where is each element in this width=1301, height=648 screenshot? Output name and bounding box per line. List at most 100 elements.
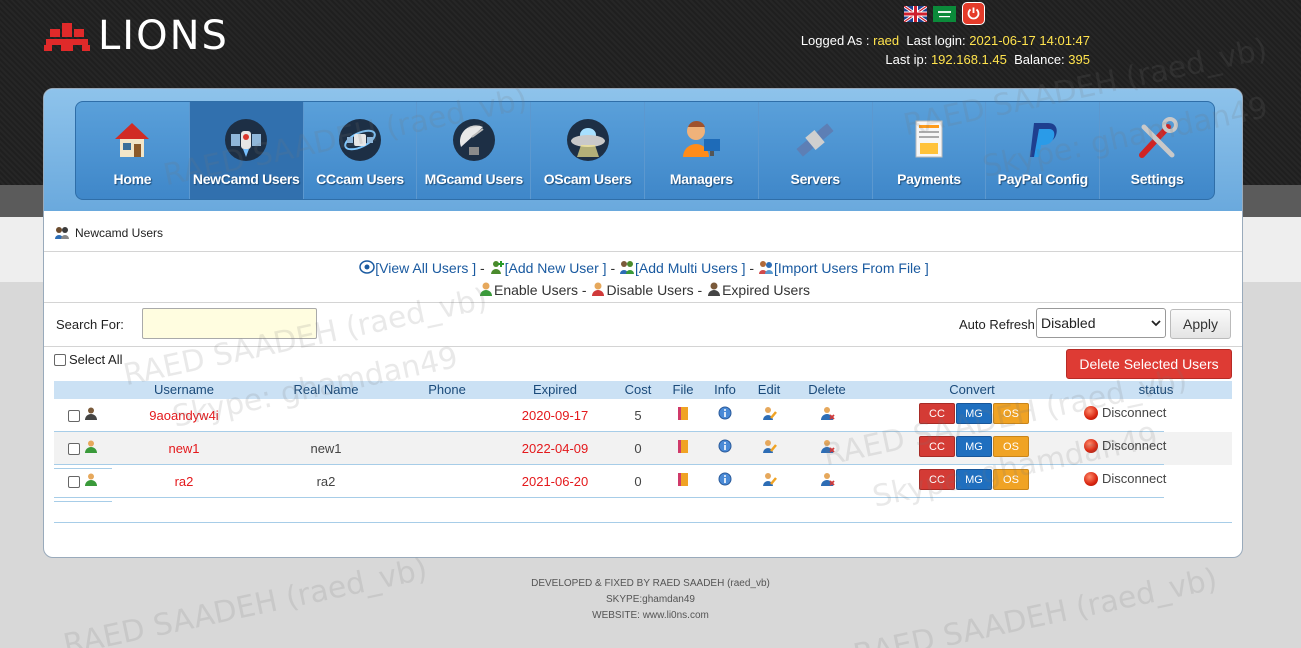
eye-icon <box>359 260 376 274</box>
apply-button[interactable]: Apply <box>1170 309 1231 339</box>
col-username[interactable]: Username <box>154 382 214 397</box>
disconnect-status-icon <box>1084 405 1098 420</box>
status-text[interactable]: Disconnect <box>1102 471 1166 486</box>
main-panel: Home NewCamd Users CCcam Users MGcamd Us… <box>43 88 1243 558</box>
col-cost: Cost <box>624 382 652 397</box>
uk-flag-icon[interactable] <box>904 5 927 22</box>
active-user-icon <box>85 473 97 486</box>
nav-item-home[interactable]: Home <box>76 102 190 199</box>
row-divider <box>54 497 1164 498</box>
balance-label: Balance: <box>1014 52 1065 67</box>
nav-item-cccam-users[interactable]: CCcam Users <box>304 102 418 199</box>
expired-users-link[interactable]: Expired Users <box>722 282 810 298</box>
nav-item-oscam-users[interactable]: OScam Users <box>531 102 645 199</box>
auto-refresh-select[interactable]: Disabled <box>1036 308 1166 338</box>
delete-user-icon[interactable] <box>820 406 835 421</box>
add-new-user-link[interactable]: [Add New User ] <box>505 260 607 276</box>
col-real-name[interactable]: Real Name <box>293 382 358 397</box>
convert-mgcamd-button[interactable]: MG <box>956 403 992 424</box>
nav-item-payments[interactable]: Payments <box>873 102 987 199</box>
nav-label-managers: Managers <box>669 171 733 187</box>
footer-website: WEBSITE: www.li0ns.com <box>592 610 709 621</box>
col-status: status <box>1138 382 1174 397</box>
delete-user-icon[interactable] <box>820 472 835 487</box>
import-users-link[interactable]: [Import Users From File ] <box>774 260 929 276</box>
view-all-users-link[interactable]: [View All Users ] <box>375 260 476 276</box>
col-phone[interactable]: Phone <box>428 382 466 397</box>
disconnect-status-icon <box>1084 471 1098 486</box>
edit-user-icon[interactable] <box>762 472 777 487</box>
saudi-flag-icon[interactable] <box>933 5 956 22</box>
nav-item-servers[interactable]: Servers <box>759 102 873 199</box>
search-input[interactable] <box>142 308 317 339</box>
divider <box>44 346 1242 347</box>
convert-oscam-button[interactable]: OS <box>993 436 1029 457</box>
row-checkbox[interactable] <box>68 410 80 422</box>
convert-mgcamd-button[interactable]: MG <box>956 469 992 490</box>
logged-username: raed <box>873 33 900 48</box>
nav-item-mgcamd-users[interactable]: MGcamd Users <box>417 102 532 199</box>
convert-cccam-button[interactable]: CC <box>919 469 955 490</box>
status-text[interactable]: Disconnect <box>1102 438 1166 453</box>
select-all[interactable]: Select All <box>54 352 122 367</box>
convert-cccam-button[interactable]: CC <box>919 436 955 457</box>
col-info: Info <box>714 382 736 397</box>
row-username[interactable]: ra2 <box>175 474 194 489</box>
table-row: 9aoandyw4i 2020-09-17 5 CC MG OS Disconn… <box>54 399 1232 436</box>
last-login-value: 2021-06-17 14:01:47 <box>969 33 1090 48</box>
nav-label-payments: Payments <box>897 171 961 187</box>
convert-cccam-button[interactable]: CC <box>919 403 955 424</box>
row-real-name: new1 <box>310 441 342 456</box>
brand-logo[interactable]: LIONS <box>44 13 229 59</box>
row-checkbox[interactable] <box>68 476 80 488</box>
file-icon[interactable] <box>677 439 689 454</box>
info-icon[interactable] <box>718 406 732 420</box>
row-checkbox[interactable] <box>68 443 80 455</box>
select-all-checkbox[interactable] <box>54 353 66 366</box>
last-ip-value: 192.168.1.45 <box>930 52 1007 67</box>
convert-oscam-button[interactable]: OS <box>993 403 1029 424</box>
col-file: File <box>672 382 694 397</box>
table-header: Username Real Name Phone Expired Cost Fi… <box>54 381 1232 399</box>
delete-selected-button[interactable]: Delete Selected Users <box>1066 349 1232 379</box>
status-text[interactable]: Disconnect <box>1102 405 1166 420</box>
divider <box>44 251 1242 252</box>
edit-user-icon[interactable] <box>762 439 777 454</box>
disable-user-icon <box>592 282 605 296</box>
col-convert: Convert <box>949 382 995 397</box>
convert-oscam-button[interactable]: OS <box>993 469 1029 490</box>
chevron-down-icon <box>1151 320 1161 327</box>
col-expired[interactable]: Expired <box>533 382 577 397</box>
auto-refresh-value: Disabled <box>1041 315 1096 331</box>
separator-dash: - <box>581 282 587 298</box>
expired-user-icon <box>708 282 721 296</box>
nav-item-newcamd-users[interactable]: NewCamd Users <box>189 102 304 199</box>
info-icon[interactable] <box>718 439 732 453</box>
language-switcher <box>904 2 985 25</box>
row-username[interactable]: 9aoandyw4i <box>149 408 218 423</box>
file-icon[interactable] <box>677 406 689 421</box>
disconnect-status-icon <box>1084 438 1098 453</box>
info-icon[interactable] <box>718 472 732 486</box>
row-cost: 0 <box>634 474 642 489</box>
logout-power-icon[interactable] <box>962 2 985 25</box>
enable-users-link[interactable]: Enable Users <box>494 282 578 298</box>
file-icon[interactable] <box>677 472 689 487</box>
delete-user-icon[interactable] <box>820 439 835 454</box>
edit-user-icon[interactable] <box>762 406 777 421</box>
logged-as-label: Logged As : <box>800 33 870 48</box>
add-multi-users-link[interactable]: [Add Multi Users ] <box>635 260 745 276</box>
server-satellite-icon <box>796 123 834 157</box>
disable-users-link[interactable]: Disable Users <box>606 282 693 298</box>
convert-mgcamd-button[interactable]: MG <box>956 436 992 457</box>
status-cell: Disconnect <box>1084 438 1166 453</box>
nav-item-paypal-config[interactable]: PayPal Config <box>986 102 1101 199</box>
last-ip-label: Last ip: <box>885 52 928 67</box>
nav-item-managers[interactable]: Managers <box>645 102 759 199</box>
home-icon <box>115 123 150 157</box>
nav-item-settings[interactable]: Settings <box>1100 102 1214 199</box>
satellite-orbit-icon <box>338 119 381 161</box>
row-expired: 2022-04-09 <box>521 441 589 456</box>
power-icon <box>967 7 980 20</box>
row-username[interactable]: new1 <box>168 441 199 456</box>
